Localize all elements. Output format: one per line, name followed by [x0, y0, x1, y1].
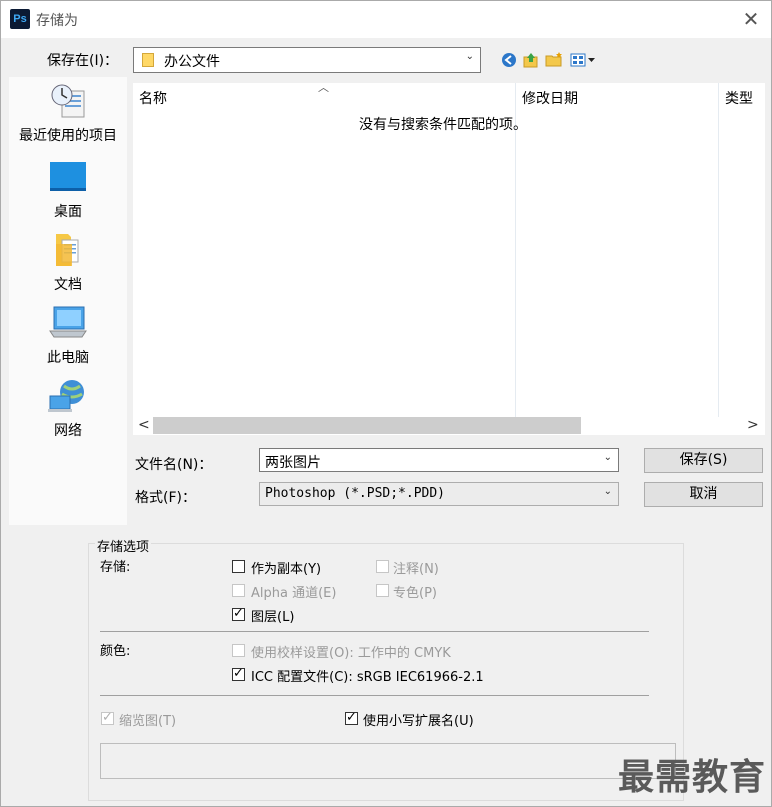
- lowercase-ext-checkbox[interactable]: [345, 710, 358, 725]
- thumbnail-label: 缩览图(T): [119, 714, 177, 729]
- chevron-down-icon: ⌄: [465, 51, 474, 62]
- column-header-type[interactable]: 类型: [725, 88, 753, 108]
- icc-profile-label: ICC 配置文件(C): sRGB IEC61966-2.1: [251, 670, 484, 685]
- color-label: 颜色:: [100, 644, 131, 659]
- close-button[interactable]: ✕: [738, 6, 764, 32]
- place-label: 桌面: [54, 204, 82, 220]
- cancel-button[interactable]: 取消: [644, 482, 763, 507]
- thumbnail-checkbox[interactable]: [101, 710, 114, 725]
- annotations-label: 注释(N): [393, 562, 439, 577]
- storage-label: 存储:: [100, 560, 131, 575]
- alpha-channels-label: Alpha 通道(E): [251, 586, 337, 601]
- up-folder-icon[interactable]: [521, 50, 541, 70]
- place-label: 最近使用的项目: [19, 128, 117, 144]
- save-in-dropdown[interactable]: 办公文件 ⌄: [133, 47, 481, 73]
- save-in-folder-name: 办公文件: [164, 54, 220, 70]
- layers-checkbox[interactable]: [232, 606, 245, 621]
- chevron-down-icon[interactable]: ⌄: [604, 452, 612, 463]
- column-divider[interactable]: [718, 83, 719, 417]
- place-this-pc[interactable]: 此电脑: [9, 305, 127, 367]
- window-title: 存储为: [36, 13, 78, 29]
- layers-label: 图层(L): [251, 610, 295, 625]
- file-list[interactable]: ︿ 名称 修改日期 类型 没有与搜索条件匹配的项。: [133, 81, 765, 417]
- place-desktop[interactable]: 桌面: [9, 159, 127, 221]
- scroll-right-icon[interactable]: >: [747, 417, 759, 433]
- proof-setup-checkbox[interactable]: [232, 644, 245, 657]
- spot-colors-label: 专色(P): [393, 586, 437, 601]
- place-label: 此电脑: [47, 350, 89, 366]
- title-bar: [0, 0, 772, 38]
- place-network[interactable]: 网络: [9, 378, 127, 440]
- as-copy-checkbox[interactable]: [232, 560, 245, 573]
- column-header-date[interactable]: 修改日期: [522, 88, 578, 108]
- documents-icon: [48, 232, 88, 268]
- horizontal-scrollbar[interactable]: < >: [133, 417, 765, 435]
- chevron-down-icon: ⌄: [603, 486, 612, 497]
- filename-label: 文件名(N)：: [135, 457, 213, 473]
- format-label: 格式(F)：: [135, 490, 196, 506]
- desktop-icon: [48, 159, 88, 195]
- save-options-title: 存储选项: [95, 536, 152, 555]
- icc-profile-checkbox[interactable]: [232, 666, 245, 681]
- place-label: 文档: [54, 277, 82, 293]
- back-icon[interactable]: [499, 50, 519, 70]
- format-dropdown[interactable]: Photoshop (*.PSD;*.PDD) ⌄: [259, 482, 619, 506]
- divider: [100, 631, 649, 632]
- place-recent-items[interactable]: 最近使用的项目: [9, 83, 127, 145]
- save-button[interactable]: 保存(S): [644, 448, 763, 473]
- place-documents[interactable]: 文档: [9, 232, 127, 294]
- divider: [100, 695, 649, 696]
- recent-items-icon: [48, 83, 88, 119]
- watermark-logo: 最需教育: [618, 757, 767, 798]
- alpha-channels-checkbox[interactable]: [232, 584, 245, 597]
- this-pc-icon: [48, 305, 88, 341]
- spot-colors-checkbox[interactable]: [376, 584, 389, 597]
- filename-input[interactable]: 两张图片 ⌄: [259, 448, 619, 472]
- as-copy-label: 作为副本(Y): [251, 562, 322, 577]
- annotations-checkbox[interactable]: [376, 560, 389, 573]
- info-box: [100, 743, 676, 779]
- scroll-left-icon[interactable]: <: [138, 417, 150, 433]
- filename-value: 两张图片: [265, 455, 321, 471]
- new-folder-icon[interactable]: [544, 50, 564, 70]
- scrollbar-thumb[interactable]: [153, 417, 581, 434]
- format-value: Photoshop (*.PSD;*.PDD): [265, 486, 446, 501]
- proof-setup-label: 使用校样设置(O): 工作中的 CMYK: [251, 646, 451, 661]
- sort-up-icon: ︿: [318, 81, 329, 94]
- save-in-label: 保存在(I)：: [47, 53, 119, 69]
- lowercase-ext-label: 使用小写扩展名(U): [363, 714, 474, 729]
- folder-icon: [142, 53, 154, 67]
- network-icon: [48, 378, 88, 414]
- places-bar: 最近使用的项目 桌面 文档 此电脑 网络: [9, 77, 127, 525]
- photoshop-app-icon: Ps: [10, 9, 30, 29]
- close-icon: ✕: [742, 7, 760, 31]
- view-menu-icon[interactable]: [569, 50, 597, 70]
- place-label: 网络: [54, 423, 82, 439]
- column-header-name[interactable]: 名称: [139, 88, 167, 108]
